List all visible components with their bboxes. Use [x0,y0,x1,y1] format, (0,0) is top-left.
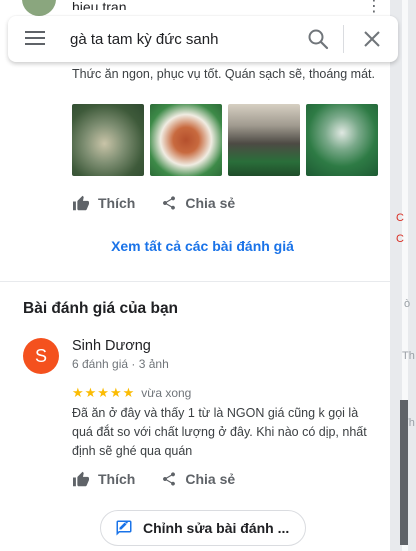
review-photo[interactable] [306,104,378,176]
search-icon [308,29,329,50]
see-all-reviews-link[interactable]: Xem tất cả các bài đánh giá [0,238,390,254]
avatar [22,0,56,16]
review-time: vừa xong [141,386,192,400]
review-photo[interactable] [150,104,222,176]
clear-search-button[interactable] [360,27,384,51]
section-title: Bài đánh giá của bạn [23,300,179,317]
review-text: Thức ăn ngon, phục vụ tốt. Quán sạch sẽ,… [72,67,375,81]
rating-row: ★★★★★ vừa xong [72,385,191,401]
menu-icon[interactable] [25,31,45,47]
map-label: C [396,233,404,245]
reviewer-name: hieu tran [72,0,127,10]
scrollbar[interactable] [400,400,408,545]
star-rating: ★★★★★ [72,385,136,400]
thumb-up-icon [73,471,89,487]
share-label: Chia sẻ [185,195,236,211]
share-label: Chia sẻ [185,471,236,487]
edit-review-label: Chỉnh sửa bài đánh ... [143,520,290,536]
review-actions: Thích Chia sẻ [72,470,235,488]
map-label: ò [404,298,411,310]
review-photos [72,104,378,176]
search-bar [8,16,398,62]
edit-review-button[interactable]: Chỉnh sửa bài đánh ... [100,510,306,546]
search-button[interactable] [306,27,330,51]
share-icon [163,196,176,210]
share-button[interactable]: Chia sẻ [161,470,235,488]
like-label: Thích [98,471,136,487]
more-options-icon[interactable]: ⋮ [366,0,382,15]
divider [343,25,344,53]
avatar[interactable]: S [23,338,59,374]
share-button[interactable]: Chia sẻ [161,194,235,212]
like-button[interactable]: Thích [72,471,135,487]
review-photo[interactable] [228,104,300,176]
edit-review-icon [116,520,132,536]
map-label: C [396,212,404,224]
reviews-panel: hieu tran ⋮ Thức ăn ngon, phục vụ tốt. Q… [0,0,390,551]
search-input[interactable] [70,28,300,50]
like-label: Thích [98,195,136,211]
reviewer-meta: 6 đánh giá · 3 ảnh [72,357,169,371]
map-label: Th [402,350,415,362]
share-icon [163,472,176,486]
reviewer-name[interactable]: Sinh Dương [72,338,151,354]
review-actions: Thích Chia sẻ [72,194,235,212]
review-photo[interactable] [72,104,144,176]
divider [0,281,390,282]
thumb-up-icon [73,195,89,211]
review-text: Đã ăn ở đây và thấy 1 từ là NGON giá cũn… [72,406,367,458]
close-icon [364,31,380,47]
like-button[interactable]: Thích [72,195,135,211]
